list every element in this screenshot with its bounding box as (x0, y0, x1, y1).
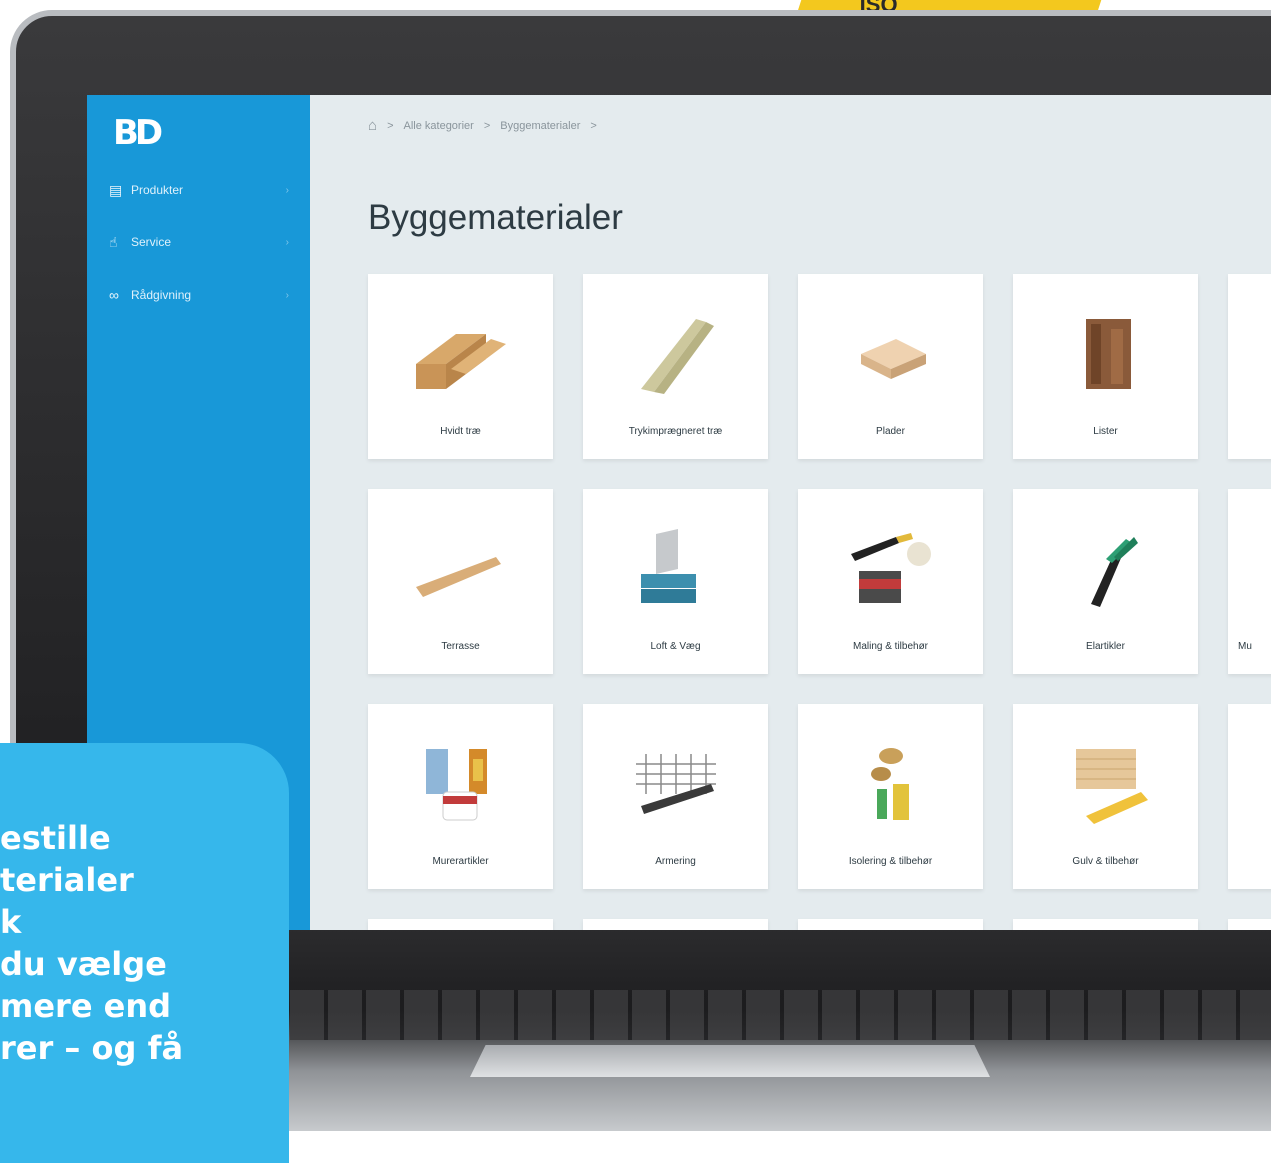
sidebar-item-produkter[interactable]: ▤ Produkter › (109, 178, 289, 202)
category-label: Gulv & tilbehør (1072, 856, 1139, 867)
tape-rolls-icon (870, 748, 909, 820)
chevron-right-icon: › (285, 236, 289, 248)
chevron-right-icon: > (590, 119, 597, 132)
category-card-5[interactable] (1228, 274, 1271, 459)
category-label: Elartikler (1086, 641, 1125, 652)
home-icon[interactable]: ⌂ (368, 117, 377, 134)
thumbs-up-icon: ☝ (109, 233, 118, 250)
category-card-gulv-tilbehor[interactable]: Gulv & tilbehør (1013, 704, 1198, 889)
category-card-maling-tilbehor[interactable]: Maling & tilbehør (798, 489, 983, 674)
category-card-partial[interactable] (583, 919, 768, 930)
sidebar-item-label: Produkter (131, 183, 184, 197)
chevron-right-icon: > (483, 119, 491, 132)
shelves-icon: ▤ (109, 181, 123, 198)
chevron-right-icon: > (387, 119, 394, 132)
breadcrumb: ⌂ > Alle kategorier > Byggematerialer > (368, 117, 597, 134)
category-label: Plader (876, 426, 905, 437)
category-card-loft-vaeg[interactable]: Loft & Væg (583, 489, 768, 674)
category-label: Loft & Væg (650, 641, 701, 652)
category-label: Mu (1238, 641, 1252, 652)
promo-callout-text: estille terialer k du vælge mere end rer… (0, 819, 184, 1067)
category-card-mu[interactable]: Mu (1228, 489, 1271, 674)
deck-board-icon (415, 557, 501, 597)
category-label: Maling & tilbehør (852, 641, 929, 652)
category-card-partial[interactable] (1228, 919, 1271, 930)
category-label: Lister (1093, 426, 1118, 437)
category-card-lister[interactable]: Lister (1013, 274, 1198, 459)
panel-icon (640, 529, 696, 603)
chevron-right-icon: › (285, 184, 289, 196)
breadcrumb-link-alle-kategorier[interactable]: Alle kategorier (404, 120, 474, 132)
category-card-partial[interactable] (1013, 919, 1198, 930)
category-label: Murerartikler (432, 856, 489, 867)
category-card-partial[interactable] (368, 919, 553, 930)
category-label: Terrasse (441, 641, 480, 652)
sidebar-item-label: Rådgivning (131, 288, 192, 302)
cable-icon (1090, 537, 1138, 607)
rebar-mesh-icon (635, 754, 716, 814)
category-card-elartikler[interactable]: Elartikler (1013, 489, 1198, 674)
category-card-isolering-tilbehor[interactable]: Isolering & tilbehør (798, 704, 983, 889)
category-card-trykimpraegneret-trae[interactable]: Trykimprægneret træ (583, 274, 768, 459)
sidebar-item-radgivning[interactable]: ∞ Rådgivning › (109, 283, 289, 307)
mortar-bags-icon (425, 749, 487, 821)
category-card-armering[interactable]: Armering (583, 704, 768, 889)
breadcrumb-link-byggematerialer[interactable]: Byggematerialer (500, 120, 580, 132)
category-card-plader[interactable]: Plader (798, 274, 983, 459)
page-title: Byggematerialer (368, 198, 623, 237)
category-card-15[interactable] (1228, 704, 1271, 889)
main-content: ⌂ > Alle kategorier > Byggematerialer > … (310, 95, 1271, 930)
glasses-icon: ∞ (109, 287, 119, 303)
laptop-trackpad (470, 1045, 990, 1077)
laptop-keyboard (290, 990, 1271, 1040)
board-stack-icon (860, 339, 926, 379)
category-card-murerartikler[interactable]: Murerartikler (368, 704, 553, 889)
sidebar-item-service[interactable]: ☝ Service › (109, 230, 289, 254)
paint-icon (850, 533, 931, 603)
moulding-icon (1085, 319, 1131, 389)
flooring-icon (1075, 749, 1148, 824)
category-label: Armering (655, 856, 696, 867)
category-label: Isolering & tilbehør (848, 856, 933, 867)
lumber-icon (415, 334, 506, 389)
category-card-terrasse[interactable]: Terrasse (368, 489, 553, 674)
category-card-hvidt-trae[interactable]: Hvidt træ (368, 274, 553, 459)
chevron-right-icon: › (285, 289, 289, 301)
category-label: Trykimprægneret træ (628, 426, 723, 437)
category-card-partial[interactable] (798, 919, 983, 930)
logo[interactable]: BD (113, 113, 163, 153)
plank-icon (640, 319, 714, 394)
sidebar-item-label: Service (131, 235, 172, 249)
category-label: Hvidt træ (440, 426, 481, 437)
